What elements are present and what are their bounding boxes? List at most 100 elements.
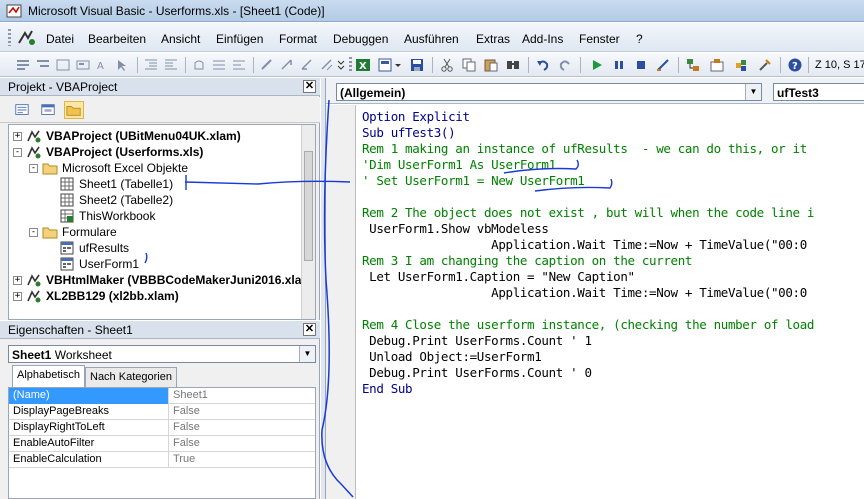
toggle-bookmark-icon[interactable] [258, 56, 276, 74]
toolbar-grip[interactable] [349, 57, 352, 73]
code-line[interactable]: Application.Wait Time:=Now + TimeValue("… [362, 285, 807, 301]
project-explorer-icon[interactable] [684, 56, 702, 74]
code-line[interactable]: Rem 4 Close the userform instance, (chec… [362, 317, 814, 333]
quick-info-icon[interactable] [54, 56, 72, 74]
menu-einfuegen[interactable]: Einfügen [216, 32, 263, 46]
code-editor[interactable]: Option Explicit Sub ufTest3() Rem 1 making… [362, 109, 864, 499]
tab-alphabetisch[interactable]: Alphabetisch [12, 365, 85, 387]
object-selector[interactable]: Sheet1 Worksheet ▼ [8, 345, 316, 363]
close-icon[interactable]: ✕ [303, 80, 316, 93]
menu-debuggen[interactable]: Debuggen [333, 32, 388, 46]
save-icon[interactable] [408, 56, 426, 74]
toggle-folders-icon[interactable] [64, 101, 84, 119]
excel-icon[interactable]: X [354, 56, 372, 74]
tree-item[interactable]: + VBHtmlMaker (VBBBCodeMakerJuni2016.xla [13, 272, 301, 288]
outdent-icon[interactable] [162, 56, 180, 74]
property-value[interactable]: Sheet1 [170, 388, 208, 404]
previous-bookmark-icon[interactable] [298, 56, 316, 74]
next-bookmark-icon[interactable] [278, 56, 296, 74]
property-value[interactable]: True [170, 452, 195, 468]
menu-extras[interactable]: Extras [476, 32, 510, 46]
break-icon[interactable] [610, 56, 628, 74]
property-row[interactable]: EnableCalculation True [9, 452, 315, 468]
tree-item[interactable]: - Formulare [29, 224, 117, 240]
design-mode-icon[interactable] [654, 56, 672, 74]
code-line[interactable]: Application.Wait Time:=Now + TimeValue("… [362, 237, 807, 253]
collapse-icon[interactable]: - [29, 163, 38, 173]
expand-icon[interactable]: + [13, 275, 22, 285]
toggle-breakpoint-icon[interactable] [190, 56, 208, 74]
run-icon[interactable] [588, 56, 606, 74]
code-line[interactable]: Sub ufTest3() [362, 125, 456, 141]
code-line[interactable]: UserForm1.Show vbModeless [362, 221, 549, 237]
copy-icon[interactable] [460, 56, 478, 74]
menu-ansicht[interactable]: Ansicht [161, 32, 200, 46]
tree-item[interactable]: + XL2BB129 (xl2bb.xlam) [13, 288, 179, 304]
tree-item[interactable]: - VBAProject (Userforms.xls) [13, 144, 203, 160]
menu-add-ins[interactable]: Add-Ins [522, 32, 563, 46]
toolbar-overflow-icon[interactable] [336, 56, 346, 74]
object-browser-icon[interactable] [732, 56, 750, 74]
help-icon[interactable]: ? [786, 56, 804, 74]
tree-item[interactable]: ThisWorkbook [53, 208, 155, 224]
property-row[interactable]: (Name) Sheet1 [9, 388, 315, 404]
object-combo[interactable]: (Allgemein) ▼ [336, 83, 762, 101]
tree-item[interactable]: Sheet2 (Tabelle2) [53, 192, 173, 208]
chevron-down-icon[interactable]: ▼ [299, 346, 315, 362]
property-value[interactable]: False [170, 420, 200, 436]
insert-dropdown-icon[interactable] [393, 56, 403, 74]
clear-bookmarks-icon[interactable] [318, 56, 336, 74]
paste-icon[interactable] [482, 56, 500, 74]
tree-item[interactable]: Sheet1 (Tabelle1) [53, 176, 173, 192]
property-row[interactable]: EnableAutoFilter False [9, 436, 315, 452]
property-value[interactable]: False [170, 404, 200, 420]
view-code-icon[interactable] [12, 101, 32, 119]
code-line[interactable]: Rem 1 making an instance of ufResults - … [362, 141, 807, 157]
vba-menu-icon[interactable] [17, 29, 37, 47]
code-line[interactable]: ' Set UserForm1 = New UserForm1 [362, 173, 585, 189]
expand-icon[interactable]: + [13, 291, 22, 301]
indent-icon[interactable] [142, 56, 160, 74]
code-line[interactable]: 'Dim UserForm1 As UserForm1 [362, 157, 556, 173]
collapse-icon[interactable]: - [29, 227, 38, 237]
property-row[interactable]: DisplayRightToLeft False [9, 420, 315, 436]
select-icon[interactable] [114, 56, 132, 74]
tree-item[interactable]: + VBAProject (UBitMenu04UK.xlam) [13, 128, 241, 144]
uncomment-block-icon[interactable] [230, 56, 248, 74]
property-value[interactable]: False [170, 436, 200, 452]
collapse-icon[interactable]: - [13, 147, 22, 157]
code-line[interactable]: Unload Object:=UserForm1 [362, 349, 542, 365]
code-line[interactable]: Option Explicit [362, 109, 470, 125]
list-properties-icon[interactable] [14, 56, 32, 74]
margin-indicator-bar[interactable] [326, 105, 356, 499]
undo-icon[interactable] [534, 56, 552, 74]
menu-datei[interactable]: Datei [46, 32, 74, 46]
redo-icon[interactable] [556, 56, 574, 74]
view-object-icon[interactable] [38, 101, 58, 119]
code-line[interactable]: Let UserForm1.Caption = "New Caption" [362, 269, 635, 285]
properties-icon[interactable] [708, 56, 726, 74]
menu-fenster[interactable]: Fenster [579, 32, 620, 46]
tree-item[interactable]: ufResults [53, 240, 129, 256]
list-constants-icon[interactable] [34, 56, 52, 74]
find-icon[interactable] [504, 56, 522, 74]
tab-nach-kategorien[interactable]: Nach Kategorien [85, 367, 177, 387]
code-line[interactable]: Rem 2 The object does not exist , but wi… [362, 205, 814, 221]
tree-item[interactable]: - Microsoft Excel Objekte [29, 160, 188, 176]
reset-icon[interactable] [632, 56, 650, 74]
menu-help[interactable]: ? [636, 32, 643, 46]
comment-block-icon[interactable] [210, 56, 228, 74]
code-line[interactable]: End Sub [362, 381, 413, 397]
toolbox-icon[interactable] [756, 56, 774, 74]
menu-format[interactable]: Format [279, 32, 317, 46]
cut-icon[interactable] [438, 56, 456, 74]
complete-word-icon[interactable]: A [94, 56, 112, 74]
menu-ausfuehren[interactable]: Ausführen [404, 32, 459, 46]
procedure-combo[interactable]: ufTest3 [773, 83, 864, 101]
chevron-down-icon[interactable]: ▼ [745, 84, 761, 100]
tree-scrollbar[interactable] [301, 125, 315, 319]
expand-icon[interactable]: + [13, 131, 22, 141]
parameter-info-icon[interactable] [74, 56, 92, 74]
menu-bearbeiten[interactable]: Bearbeiten [88, 32, 146, 46]
tree-item[interactable]: UserForm1 [53, 256, 139, 272]
